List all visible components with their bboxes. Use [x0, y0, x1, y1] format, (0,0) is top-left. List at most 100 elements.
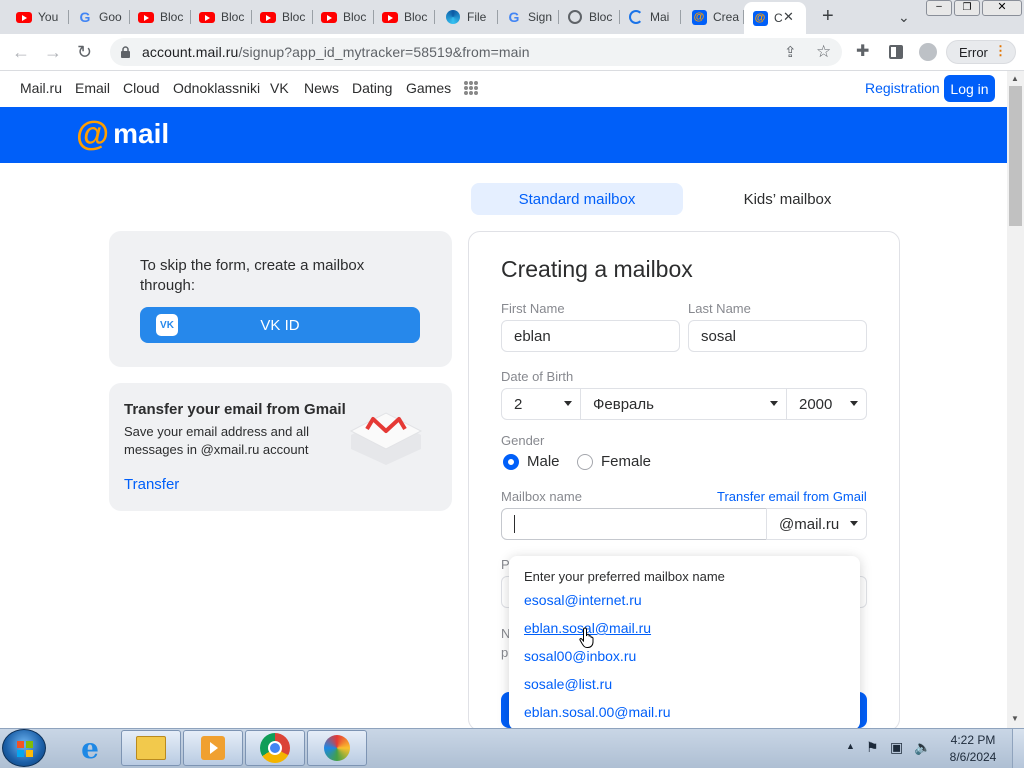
tray-expand-icon[interactable]: ▲ [846, 741, 855, 751]
nav-link-mailru[interactable]: Mail.ru [20, 80, 62, 96]
dob-day-value: 2 [514, 395, 523, 413]
scroll-up-arrow-icon[interactable]: ▲ [1011, 74, 1019, 83]
side-panel-icon[interactable] [889, 45, 903, 59]
vk-id-button[interactable]: VK ID [140, 307, 420, 343]
tab-title: C [774, 11, 783, 25]
taskbar-ie-button[interactable]: e [62, 730, 118, 766]
loading-icon [628, 9, 644, 25]
start-button[interactable] [2, 729, 46, 767]
suggestion-option[interactable]: eblan.sosal.00@mail.ru [524, 704, 671, 720]
close-tab-icon[interactable]: ✕ [783, 9, 794, 25]
share-icon[interactable]: ⇪ [784, 44, 797, 62]
scrollbar-thumb[interactable] [1009, 86, 1022, 226]
browser-tab-10[interactable]: Bloc [559, 4, 620, 30]
suggestion-option[interactable]: esosal@internet.ru [524, 592, 642, 608]
tab-standard-mailbox[interactable]: Standard mailbox [471, 183, 683, 215]
show-desktop-button[interactable] [1012, 729, 1024, 768]
network-icon[interactable]: ▣ [890, 739, 903, 756]
tab-search-chevron-icon[interactable]: ⌄ [898, 8, 910, 26]
mailbox-name-input[interactable] [501, 508, 767, 540]
suggestion-option[interactable]: sosale@list.ru [524, 676, 612, 692]
youtube-icon [321, 9, 337, 25]
gmail-transfer-link[interactable]: Transfer [124, 476, 179, 493]
first-name-value: eblan [514, 327, 551, 345]
action-center-flag-icon[interactable]: ⚑ [866, 739, 879, 756]
media-player-icon [201, 736, 225, 760]
nav-link-odnoklassniki[interactable]: Odnoklassniki [173, 80, 260, 96]
first-name-label: First Name [501, 301, 565, 316]
taskbar-clock[interactable]: 4:22 PM 8/6/2024 [940, 732, 1006, 766]
nav-link-email[interactable]: Email [75, 80, 110, 96]
profile-error-button[interactable]: Error ⋮ [946, 40, 1016, 64]
transfer-gmail-link[interactable]: Transfer email from Gmail [717, 489, 867, 504]
close-window-button[interactable]: ✕ [982, 0, 1022, 16]
registration-link[interactable]: Registration [865, 80, 940, 96]
tab-title: Sign [528, 10, 553, 24]
taskbar-explorer-button[interactable] [121, 730, 181, 766]
nav-link-cloud[interactable]: Cloud [123, 80, 160, 96]
tab-title: Bloc [589, 10, 613, 24]
tab-kids-mailbox[interactable]: Kids’ mailbox [700, 183, 875, 215]
url-path: /signup?app_id_mytracker=58519&from=main [238, 44, 530, 60]
gender-male-label[interactable]: Male [527, 453, 560, 470]
nav-link-games[interactable]: Games [406, 80, 451, 96]
minimize-button[interactable]: – [926, 0, 952, 16]
nav-link-dating[interactable]: Dating [352, 80, 392, 96]
taskbar-app-button[interactable] [307, 730, 367, 766]
taskbar-chrome-button[interactable] [245, 730, 305, 766]
extensions-puzzle-icon[interactable]: ✚ [856, 43, 869, 61]
browser-tab-8[interactable]: File [437, 4, 498, 30]
new-tab-button[interactable]: + [822, 6, 834, 26]
suggestion-option[interactable]: sosal00@inbox.ru [524, 648, 636, 664]
youtube-icon [138, 9, 154, 25]
first-name-input[interactable]: eblan [501, 320, 680, 352]
tab-separator [434, 10, 435, 24]
mail-at-icon: @ [752, 10, 768, 26]
menu-dots-icon[interactable]: ⋮ [994, 43, 1007, 59]
hand-cursor-icon [579, 627, 597, 649]
taskbar-media-button[interactable] [183, 730, 243, 766]
browser-tab-12[interactable]: @ Crea [683, 4, 744, 30]
dob-month-select[interactable]: Февраль [580, 388, 787, 420]
domain-select[interactable]: @mail.ru [766, 508, 867, 540]
browser-tab-2[interactable]: G Goo [69, 4, 130, 30]
nav-link-vk[interactable]: VK [270, 80, 289, 96]
back-arrow-icon[interactable]: ← [12, 43, 30, 61]
lock-icon[interactable] [121, 45, 130, 58]
browser-tab-1[interactable]: You [8, 4, 69, 30]
gmail-envelope-icon [345, 405, 427, 467]
gender-female-label[interactable]: Female [601, 453, 651, 470]
browser-tab-5[interactable]: Bloc [252, 4, 313, 30]
browser-tab-13[interactable]: @ C [744, 2, 806, 34]
reload-icon[interactable]: ↻ [77, 43, 92, 61]
tab-title: File [467, 10, 487, 24]
scroll-down-arrow-icon[interactable]: ▼ [1011, 714, 1019, 723]
forward-arrow-icon[interactable]: → [44, 43, 62, 61]
folder-icon [136, 736, 166, 760]
browser-tab-4[interactable]: Bloc [191, 4, 252, 30]
browser-tab-3[interactable]: Bloc [130, 4, 191, 30]
last-name-value: sosal [701, 327, 737, 345]
last-name-input[interactable]: sosal [688, 320, 867, 352]
restore-button[interactable]: ❐ [954, 0, 980, 16]
nav-link-news[interactable]: News [304, 80, 339, 96]
profile-avatar-icon[interactable] [919, 43, 937, 61]
dob-day-select[interactable]: 2 [501, 388, 581, 420]
browser-tab-6[interactable]: Bloc [313, 4, 374, 30]
gender-male-radio[interactable] [503, 454, 519, 470]
mail-logo[interactable]: @ mail [76, 117, 169, 151]
dob-year-select[interactable]: 2000 [786, 388, 867, 420]
mail-at-icon: @ [691, 9, 707, 25]
login-button[interactable]: Log in [944, 75, 995, 102]
apps-grid-icon[interactable] [464, 81, 478, 95]
volume-muted-icon[interactable]: 🔈 [914, 739, 931, 756]
tab-title: Bloc [221, 10, 245, 24]
browser-tab-9[interactable]: G Sign [498, 4, 559, 30]
browser-tab-11[interactable]: Mai [620, 4, 681, 30]
gender-female-radio[interactable] [577, 454, 593, 470]
vk-id-card [109, 231, 452, 367]
bookmark-star-icon[interactable]: ☆ [816, 43, 831, 61]
vk-logo-icon: VK [156, 314, 178, 336]
browser-tab-7[interactable]: Bloc [374, 4, 435, 30]
chevron-down-icon [770, 401, 778, 406]
